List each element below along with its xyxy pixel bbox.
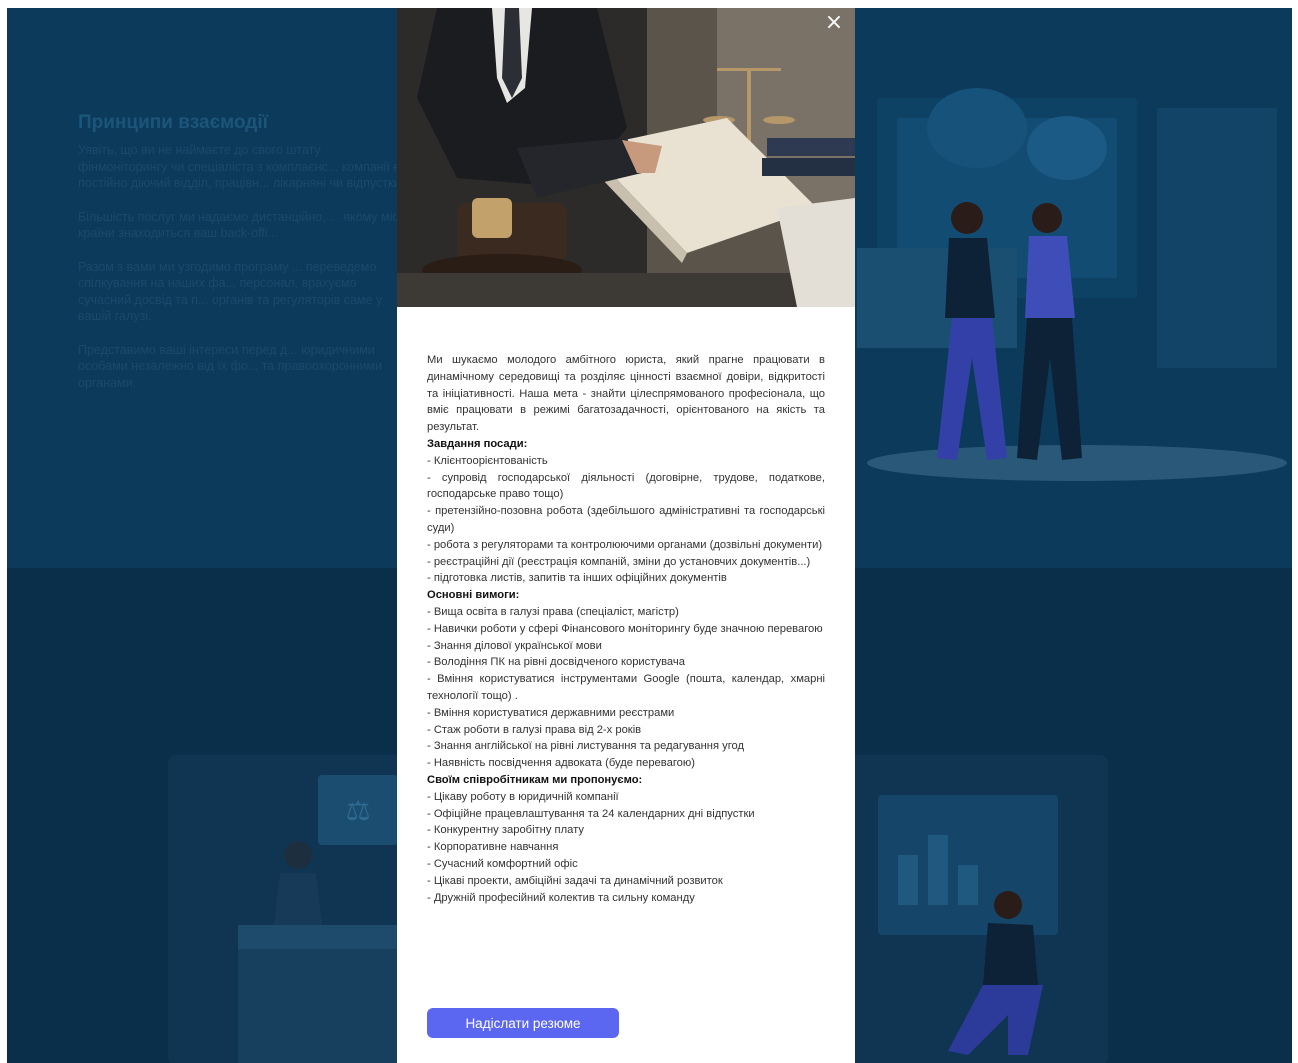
background-text: Уявіть, що ви не наймаєте до свого штату… [78,142,408,408]
list-item: - підготовка листів, запитів та інших оф… [427,572,727,585]
list-item: - Конкурентну заробітну плату [427,824,584,837]
list-item: - Цікаві проекти, амбіційні задачі та ди… [427,874,723,887]
list-item: - супровід господарської діяльності (дог… [427,471,825,501]
list-item: - Знання англійської на рівні листування… [427,740,745,753]
list-item: - Навички роботи у сфері Фінансового мон… [427,622,823,635]
vacancy-description: Ми шукаємо молодого амбітного юриста, як… [427,352,825,906]
svg-text:⚖: ⚖ [345,795,370,826]
lawyer-photo [397,8,855,307]
section-title-duties: Завдання посади: [427,437,528,450]
list-item: - Сучасний комфортний офіс [427,857,578,870]
list-item: - Володіння ПК на рівні досвідченого кор… [427,656,685,669]
list-item: - Наявність посвідчення адвоката (буде п… [427,757,695,770]
list-item: - Цікаву роботу в юридичній компанії [427,790,619,803]
background-paragraph: Уявіть, що ви не наймаєте до свого штату… [78,143,404,190]
list-item: - Вища освіта в галузі права (спеціаліст… [427,605,679,618]
list-item: - Корпоративне навчання [427,841,559,854]
background-paragraph: Більшість послуг ми надаємо дистанційно,… [78,209,408,241]
list-item: - Знання ділової української мови [427,639,602,652]
background-section-title: Принципи взаємодії [78,112,268,133]
background-paragraph: Разом з вами ми узгодимо програму ... пе… [78,259,383,324]
background-paragraph: Представимо ваші інтереси перед д... юри… [78,342,383,390]
laptop-person-illustration [878,795,1058,1055]
list-item: - Вміння користуватися державними реєстр… [427,706,675,719]
section-title-requirements: Основні вимоги: [427,589,520,602]
vacancy-intro: Ми шукаємо молодого амбітного юриста, як… [427,354,825,434]
list-item: - Офіційне працевлаштування та 24 календ… [427,807,755,820]
list-item: - претензійно-позовна робота (здебільшог… [427,505,825,534]
vacancy-modal: × Ми шукаємо молодого амбітного юриста, … [397,8,855,1063]
section-title-offers: Своїм співробітникам ми пропонуємо: [427,773,643,786]
office-people-illustration [857,88,1287,481]
lawyer-hero-image: × [397,8,855,307]
list-item: - Вміння користуватися інструментами Goo… [427,673,825,702]
list-item: - робота з регуляторами та контролюючими… [427,538,823,551]
list-item: - Дружній професійний колектив та сильну… [427,891,695,904]
list-item: - Клієнтоорієнтованість [427,454,548,467]
list-item: - Стаж роботи в галузі права від 2-х рок… [427,723,642,736]
list-item: - реєстраційні дії (реєстрація компаній,… [427,555,811,568]
send-resume-button[interactable]: Надіслати резюме [427,1008,619,1038]
close-icon[interactable]: × [823,12,845,34]
